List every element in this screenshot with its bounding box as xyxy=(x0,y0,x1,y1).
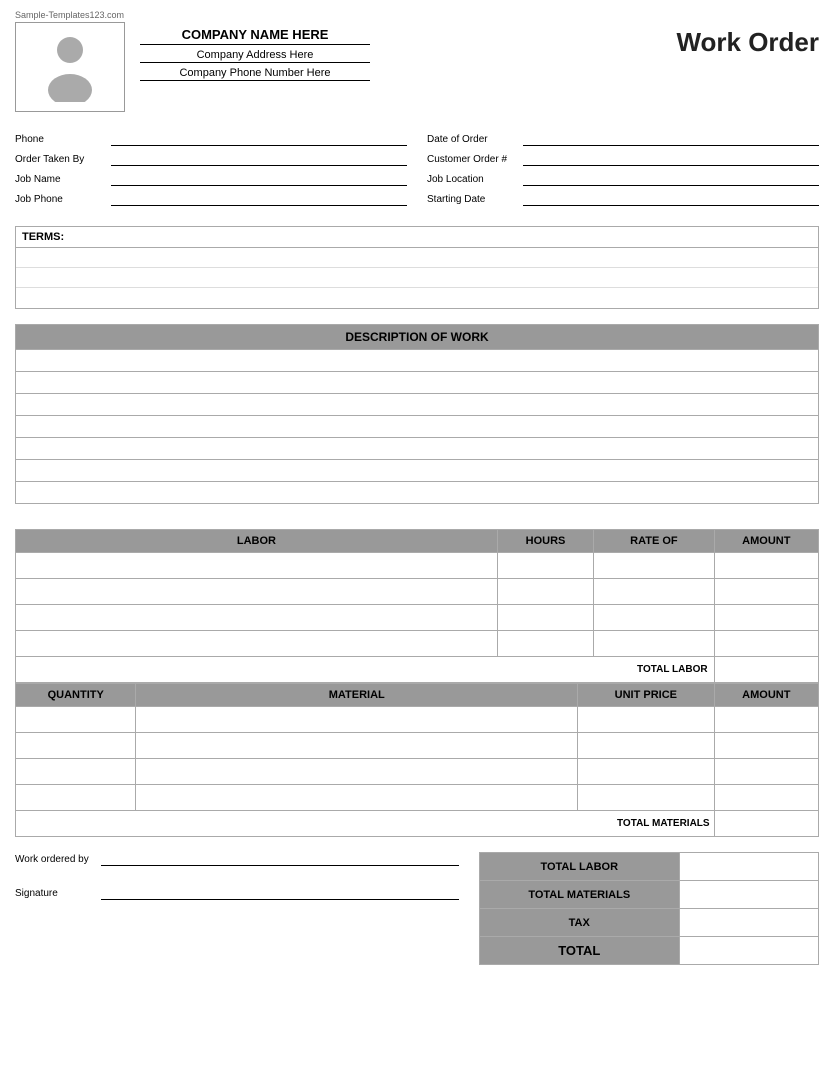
job-name-label: Job Name xyxy=(15,174,105,185)
description-section: DESCRIPTION OF WORK xyxy=(15,324,819,504)
description-table xyxy=(15,349,819,504)
tax-row: TAX xyxy=(480,909,819,937)
starting-date-field-row: Starting Date xyxy=(427,192,819,206)
material-header-row: QUANTITY MATERIAL UNIT PRICE AMOUNT xyxy=(16,684,819,707)
signature-label: Signature xyxy=(15,888,95,899)
total-materials-summary-value[interactable] xyxy=(679,881,819,909)
watermark: Sample-Templates123.com xyxy=(15,10,819,20)
phone-field-row: Phone xyxy=(15,132,407,146)
grand-total-value[interactable] xyxy=(679,937,819,965)
rate-col-header: RATE OF xyxy=(594,530,714,553)
total-labor-summary-row: TOTAL LABOR xyxy=(480,853,819,881)
terms-rows xyxy=(16,248,818,308)
totals-table: TOTAL LABOR TOTAL MATERIALS TAX TOTAL xyxy=(479,852,819,965)
phone-label: Phone xyxy=(15,134,105,145)
description-header: DESCRIPTION OF WORK xyxy=(15,324,819,349)
terms-row-3[interactable] xyxy=(16,288,818,308)
tax-label: TAX xyxy=(480,909,680,937)
tax-value[interactable] xyxy=(679,909,819,937)
total-labor-value[interactable] xyxy=(714,657,818,683)
table-row[interactable] xyxy=(16,733,819,759)
work-order-title: Work Order xyxy=(676,27,819,58)
header: COMPANY NAME HERE Company Address Here C… xyxy=(15,22,819,112)
table-row[interactable] xyxy=(16,579,819,605)
work-ordered-by-label: Work ordered by xyxy=(15,854,95,865)
table-row[interactable] xyxy=(16,372,819,394)
labor-table: LABOR HOURS RATE OF AMOUNT TOTAL LABOR xyxy=(15,529,819,683)
job-name-field-row: Job Name xyxy=(15,172,407,186)
total-labor-label: TOTAL LABOR xyxy=(16,657,715,683)
order-taken-by-label: Order Taken By xyxy=(15,154,105,165)
phone-input[interactable] xyxy=(111,132,407,146)
date-of-order-input[interactable] xyxy=(523,132,819,146)
material-section: QUANTITY MATERIAL UNIT PRICE AMOUNT TOTA… xyxy=(15,683,819,837)
form-fields: Phone Date of Order Order Taken By Custo… xyxy=(15,132,819,206)
job-name-input[interactable] xyxy=(111,172,407,186)
total-labor-summary-label: TOTAL LABOR xyxy=(480,853,680,881)
job-location-input[interactable] xyxy=(523,172,819,186)
job-phone-field-row: Job Phone xyxy=(15,192,407,206)
table-row[interactable] xyxy=(16,350,819,372)
material-amount-col-header: AMOUNT xyxy=(714,684,818,707)
quantity-col-header: QUANTITY xyxy=(16,684,136,707)
table-row[interactable] xyxy=(16,416,819,438)
table-row[interactable] xyxy=(16,707,819,733)
customer-order-input[interactable] xyxy=(523,152,819,166)
table-row[interactable] xyxy=(16,605,819,631)
unit-price-col-header: UNIT PRICE xyxy=(578,684,715,707)
date-of-order-label: Date of Order xyxy=(427,134,517,145)
labor-col-header: LABOR xyxy=(16,530,498,553)
company-phone: Company Phone Number Here xyxy=(140,67,370,81)
table-row[interactable] xyxy=(16,438,819,460)
table-row[interactable] xyxy=(16,460,819,482)
company-address: Company Address Here xyxy=(140,49,370,63)
work-ordered-by-row: Work ordered by xyxy=(15,852,459,866)
material-table: QUANTITY MATERIAL UNIT PRICE AMOUNT TOTA… xyxy=(15,683,819,837)
company-name: COMPANY NAME HERE xyxy=(140,27,370,45)
table-row[interactable] xyxy=(16,759,819,785)
table-row[interactable] xyxy=(16,482,819,504)
table-row[interactable] xyxy=(16,631,819,657)
starting-date-input[interactable] xyxy=(523,192,819,206)
job-location-field-row: Job Location xyxy=(427,172,819,186)
customer-order-field-row: Customer Order # xyxy=(427,152,819,166)
terms-row-1[interactable] xyxy=(16,248,818,268)
table-row[interactable] xyxy=(16,394,819,416)
table-row[interactable] xyxy=(16,553,819,579)
terms-header: TERMS: xyxy=(16,227,818,248)
signature-row: Signature xyxy=(15,886,459,900)
starting-date-label: Starting Date xyxy=(427,194,517,205)
order-taken-by-input[interactable] xyxy=(111,152,407,166)
table-row[interactable] xyxy=(16,785,819,811)
labor-section: LABOR HOURS RATE OF AMOUNT TOTAL LABOR xyxy=(15,529,819,683)
total-labor-summary-value[interactable] xyxy=(679,853,819,881)
total-labor-row: TOTAL LABOR xyxy=(16,657,819,683)
terms-row-2[interactable] xyxy=(16,268,818,288)
summary-section: Work ordered by Signature TOTAL LABOR TO… xyxy=(15,852,819,965)
grand-total-row: TOTAL xyxy=(480,937,819,965)
signature-section: Work ordered by Signature xyxy=(15,852,459,905)
customer-order-label: Customer Order # xyxy=(427,154,517,165)
logo-box xyxy=(15,22,125,112)
company-info: COMPANY NAME HERE Company Address Here C… xyxy=(140,22,370,85)
total-materials-row: TOTAL MATERIALS xyxy=(16,811,819,837)
signature-input[interactable] xyxy=(101,886,459,900)
total-materials-summary-label: TOTAL MATERIALS xyxy=(480,881,680,909)
hours-col-header: HOURS xyxy=(497,530,593,553)
job-phone-input[interactable] xyxy=(111,192,407,206)
labor-header-row: LABOR HOURS RATE OF AMOUNT xyxy=(16,530,819,553)
terms-section: TERMS: xyxy=(15,226,819,309)
work-ordered-by-input[interactable] xyxy=(101,852,459,866)
total-materials-value[interactable] xyxy=(714,811,818,837)
total-materials-summary-row: TOTAL MATERIALS xyxy=(480,881,819,909)
grand-total-label: TOTAL xyxy=(480,937,680,965)
job-phone-label: Job Phone xyxy=(15,194,105,205)
material-col-header: MATERIAL xyxy=(136,684,578,707)
date-of-order-field-row: Date of Order xyxy=(427,132,819,146)
labor-amount-col-header: AMOUNT xyxy=(714,530,818,553)
order-taken-by-field-row: Order Taken By xyxy=(15,152,407,166)
job-location-label: Job Location xyxy=(427,174,517,185)
person-icon xyxy=(40,32,100,102)
total-materials-label: TOTAL MATERIALS xyxy=(16,811,715,837)
